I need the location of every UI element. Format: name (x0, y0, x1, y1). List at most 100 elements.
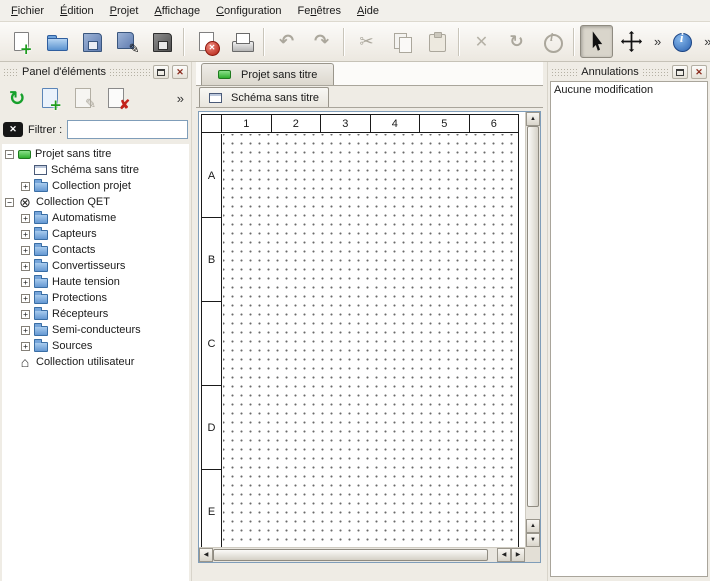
redo-button[interactable] (305, 25, 338, 58)
reload-collections-icon (5, 86, 29, 110)
close-dock-button[interactable] (691, 65, 707, 79)
cut-button[interactable] (350, 25, 383, 58)
expand-icon[interactable]: + (21, 294, 30, 303)
tree-item-schema-sans-titre[interactable]: Schéma sans titre (2, 162, 189, 178)
expand-icon[interactable]: + (21, 278, 30, 287)
toolbar-extension-button[interactable]: » (650, 34, 665, 49)
menu-item-fichier[interactable]: Fichier (3, 0, 52, 21)
schema-icon (34, 165, 47, 175)
scroll-up-button[interactable] (526, 112, 540, 126)
menu-item-aide[interactable]: Aide (349, 0, 387, 21)
expand-icon[interactable]: + (21, 342, 30, 351)
menu-item-projet[interactable]: Projet (102, 0, 147, 21)
filter-input[interactable] (67, 120, 188, 139)
save-all-button[interactable] (145, 25, 178, 58)
tree-item-label: Protections (52, 292, 107, 304)
edit-element-button[interactable] (68, 83, 98, 113)
select-mode-button[interactable] (580, 25, 613, 58)
collapse-icon[interactable]: − (5, 198, 14, 207)
vertical-scroll-thumb[interactable] (527, 126, 539, 507)
diagram-canvas[interactable]: 123456 ABCDE (199, 112, 525, 547)
tree-item-haute-tension[interactable]: +Haute tension (2, 274, 189, 290)
diagram-view[interactable]: 123456 ABCDE (198, 111, 541, 563)
new-document-button[interactable] (5, 25, 38, 58)
tree-item-collection-projet[interactable]: +Collection projet (2, 178, 189, 194)
tab-projet-sans-titre[interactable]: Projet sans titre (201, 63, 334, 85)
panel-toolbar-extension-button[interactable]: » (173, 91, 189, 106)
float-dock-button[interactable] (153, 65, 169, 79)
reload-collections-button[interactable] (2, 83, 32, 113)
scroll-left-button-right[interactable] (497, 548, 511, 562)
undo-button[interactable] (270, 25, 303, 58)
tree-item-semi-conducteurs[interactable]: +Semi-conducteurs (2, 322, 189, 338)
tree-item-label: Collection utilisateur (36, 356, 134, 368)
menu-item-edition[interactable]: Édition (52, 0, 102, 21)
clear-filter-icon[interactable] (3, 122, 23, 137)
right-dock-titlebar: Annulations (550, 64, 708, 80)
about-button[interactable] (665, 25, 698, 58)
menu-item-fenetres[interactable]: Fenêtres (290, 0, 349, 21)
vertical-scroll-track[interactable] (526, 126, 540, 519)
save-as-button[interactable] (110, 25, 143, 58)
scroll-up-button-bottom[interactable] (526, 519, 540, 533)
menu-item-configuration[interactable]: Configuration (208, 0, 289, 21)
tab-schema-sans-titre[interactable]: Schéma sans titre (199, 87, 329, 107)
element-tree[interactable]: −Projet sans titreSchéma sans titre+Coll… (2, 144, 189, 581)
scroll-right-button[interactable] (511, 548, 525, 562)
tree-item-capteurs[interactable]: +Capteurs (2, 226, 189, 242)
tree-item-recepteurs[interactable]: +Récepteurs (2, 306, 189, 322)
close-document-button[interactable] (190, 25, 223, 58)
close-document-icon (195, 30, 219, 54)
delete-element-button[interactable] (101, 83, 131, 113)
tree-item-contacts[interactable]: +Contacts (2, 242, 189, 258)
tree-item-protections[interactable]: + Protections (2, 290, 189, 306)
new-element-button[interactable] (35, 83, 65, 113)
rotate-button[interactable] (500, 25, 533, 58)
expand-icon[interactable]: + (21, 214, 30, 223)
toolbar-extension-button[interactable]: » (700, 34, 710, 49)
move-mode-button[interactable] (615, 25, 648, 58)
dock-texture (109, 68, 150, 77)
print-button[interactable] (225, 25, 258, 58)
vertical-scrollbar[interactable] (525, 112, 540, 547)
tree-item-sources[interactable]: +Sources (2, 338, 189, 354)
delete-button[interactable] (465, 25, 498, 58)
menu-item-affichage[interactable]: Affichage (146, 0, 208, 21)
copy-button[interactable] (385, 25, 418, 58)
expand-icon[interactable]: + (21, 182, 30, 191)
column-header-3: 3 (320, 115, 370, 132)
tree-item-projet-sans-titre[interactable]: − Projet sans titre (2, 146, 189, 162)
toolbar-separator (183, 28, 185, 56)
column-headers: 123456 (222, 115, 518, 132)
expand-icon[interactable]: + (21, 246, 30, 255)
tree-item-convertisseurs[interactable]: + Convertisseurs (2, 258, 189, 274)
tree-item-automatisme[interactable]: +Automatisme (2, 210, 189, 226)
collapse-icon[interactable]: − (5, 150, 14, 159)
horizontal-scroll-track[interactable] (213, 548, 497, 562)
open-document-button[interactable] (40, 25, 73, 58)
expand-icon[interactable]: + (21, 262, 30, 271)
float-icon (676, 69, 684, 76)
tree-item-collection-utilisateur[interactable]: Collection utilisateur (2, 354, 189, 370)
tree-item-collection-qet[interactable]: −Collection QET (2, 194, 189, 210)
horizontal-scrollbar[interactable] (199, 547, 525, 562)
about-icon (670, 30, 694, 54)
save-button[interactable] (75, 25, 108, 58)
paste-button[interactable] (420, 25, 453, 58)
cut-icon (355, 30, 379, 54)
scroll-left-button[interactable] (199, 548, 213, 562)
arrow-left-icon (204, 552, 209, 558)
undo-history-list[interactable]: Aucune modification (550, 81, 708, 577)
tree-item-label: Projet sans titre (35, 148, 111, 160)
close-dock-button[interactable] (172, 65, 188, 79)
arrow-up-icon (530, 116, 536, 122)
dock-texture (3, 68, 19, 77)
expand-icon[interactable]: + (21, 326, 30, 335)
expand-icon[interactable]: + (21, 310, 30, 319)
expand-icon[interactable]: + (21, 230, 30, 239)
info-button[interactable] (535, 25, 568, 58)
tree-item-label: Convertisseurs (52, 260, 125, 272)
float-dock-button[interactable] (672, 65, 688, 79)
scroll-down-button[interactable] (526, 533, 540, 547)
horizontal-scroll-thumb[interactable] (213, 549, 488, 561)
